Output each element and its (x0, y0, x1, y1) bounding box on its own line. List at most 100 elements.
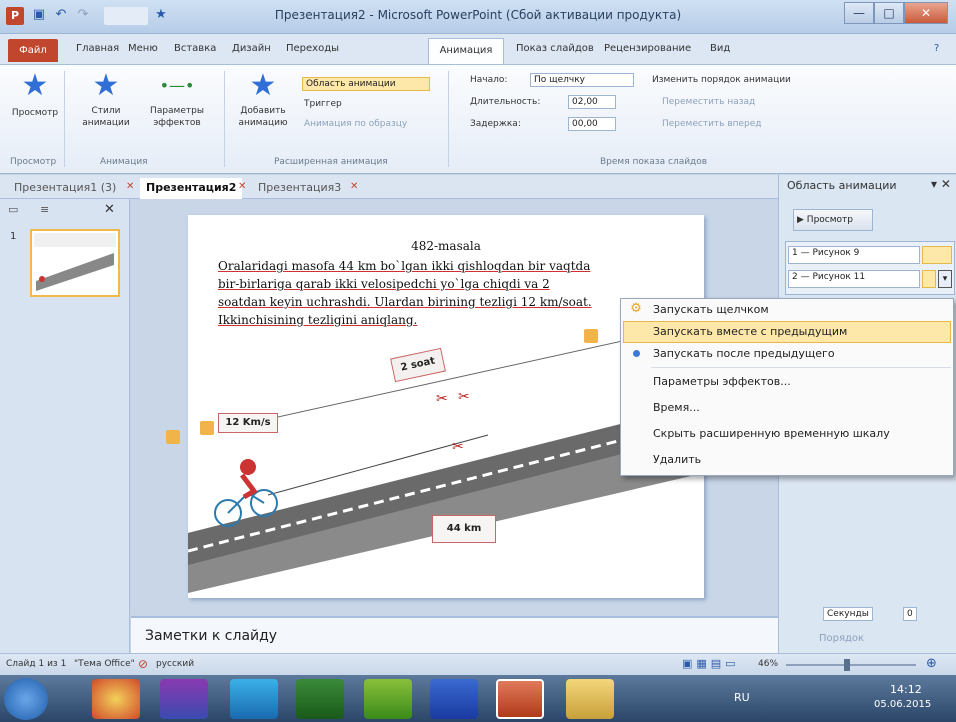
mail-icon[interactable] (160, 679, 208, 719)
reorder-button[interactable]: Порядок (819, 633, 864, 644)
language-indicator[interactable]: RU (734, 691, 750, 704)
close-icon[interactable]: ✕ (238, 181, 246, 192)
spellcheck-icon[interactable]: ⊘ (138, 657, 148, 671)
close-icon[interactable]: ✕ (350, 181, 358, 192)
doc-tab-1[interactable]: Презентация1 (3) (8, 178, 122, 199)
minimize-button[interactable]: — (844, 2, 874, 24)
powerpoint-icon[interactable] (496, 679, 544, 719)
menu-item-hide-timeline[interactable]: Скрыть расширенную временную шкалу (653, 427, 890, 440)
duration-input[interactable]: 02,00 (568, 95, 616, 109)
view-buttons-icon[interactable]: ▣▦▤▭ (682, 657, 748, 670)
context-menu: ⚙ Запускать щелчком Запускать вместе с п… (620, 298, 954, 476)
start-select[interactable]: По щелчку (530, 73, 634, 87)
menu-item-delete[interactable]: Удалить (653, 453, 701, 466)
fit-slide-icon[interactable]: ⊕ (926, 656, 937, 671)
music-icon[interactable] (296, 679, 344, 719)
trigger-button[interactable]: Триггер (304, 99, 342, 109)
effect-options-button[interactable]: •—• Параметры эффектов (144, 71, 210, 129)
clock-time: 14:12 (890, 683, 922, 696)
doc-tab-2[interactable]: Презентация2 (140, 178, 243, 199)
close-icon[interactable]: ✕ (126, 181, 134, 192)
menu-item-on-click[interactable]: Запускать щелчком (653, 303, 769, 316)
window-title: Презентация2 - Microsoft PowerPoint (Сбо… (274, 8, 682, 22)
ribbon: ★ Просмотр Просмотр ★ Стили анимации •—•… (0, 64, 956, 174)
cyclist-body (240, 473, 258, 500)
animation-item-2[interactable]: 2 — Рисунок 11 (788, 270, 920, 288)
animation-marker-icon (584, 329, 598, 343)
slide-line-1: Oralaridagi masofa 44 km bo`lgan ikki qi… (218, 259, 591, 273)
start-button-icon[interactable] (4, 678, 48, 720)
cyclist-head (240, 459, 256, 475)
menu-item-with-previous[interactable]: Запускать вместе с предыдущим (653, 325, 847, 338)
label-distance[interactable]: 44 km (432, 515, 496, 543)
slides-pane: ▭ ≡ ✕ 1 (0, 199, 130, 653)
outline-tab-icon[interactable]: ≡ (40, 203, 49, 216)
play-button[interactable]: ▶ Просмотр (793, 209, 873, 231)
duration-label: Длительность: (470, 97, 541, 107)
timeline-bar (922, 246, 952, 264)
add-star-icon: ★ (249, 68, 277, 103)
doc-tab-3[interactable]: Презентация3 (252, 178, 347, 199)
taskbar: RU 14:12 05.06.2015 (0, 675, 956, 722)
slide-counter: Слайд 1 из 1 (6, 659, 67, 669)
label-speed[interactable]: 12 Km/s (218, 413, 278, 433)
anim-styles-button[interactable]: ★ Стили анимации (70, 71, 142, 129)
theme-name: "Тема Office" (74, 659, 135, 669)
clock-date: 05.06.2015 (874, 699, 932, 710)
move-forward-button[interactable]: Переместить вперед (662, 119, 762, 129)
menu-item-effect-options[interactable]: Параметры эффектов... (653, 375, 791, 388)
maximize-button[interactable]: □ (874, 2, 904, 24)
skype-icon[interactable] (230, 679, 278, 719)
animation-pane-button[interactable]: Область анимации (302, 77, 430, 91)
tab-animations[interactable]: Анимация (428, 38, 504, 64)
zoom-slider[interactable] (786, 664, 916, 666)
preview-icon: ★ (21, 68, 49, 103)
radio-checked-icon (633, 350, 640, 357)
preview-button[interactable]: ★ Просмотр (10, 71, 60, 119)
close-button[interactable]: ✕ (904, 2, 948, 24)
slide-thumbnail[interactable] (30, 229, 120, 297)
tab-insert[interactable]: Вставка (174, 43, 216, 54)
tab-home[interactable]: Главная (76, 43, 119, 54)
tab-menu[interactable]: Меню (128, 43, 158, 54)
tab-transitions[interactable]: Переходы (286, 43, 339, 54)
click-start-icon: ⚙ (630, 301, 642, 316)
zoom-slider-thumb[interactable] (844, 659, 850, 671)
menu-item-timing[interactable]: Время... (653, 401, 700, 414)
help-icon[interactable]: ? (934, 43, 939, 54)
divider (224, 71, 225, 167)
tab-design[interactable]: Дизайн (232, 43, 271, 54)
group-label-advanced: Расширенная анимация (274, 157, 388, 167)
animation-pane-title: Область анимации (787, 179, 897, 192)
word-icon[interactable] (430, 679, 478, 719)
menu-item-after-previous[interactable]: Запускать после предыдущего (653, 347, 835, 360)
delay-input[interactable]: 00,00 (568, 117, 616, 131)
notes-pane[interactable]: Заметки к слайду (131, 616, 778, 656)
app-icon[interactable] (364, 679, 412, 719)
seconds-dropdown[interactable]: Секунды (823, 607, 873, 621)
tab-file[interactable]: Файл (8, 39, 58, 62)
language[interactable]: русский (156, 659, 194, 669)
meeting-icon: ✂ (436, 391, 448, 407)
browser-icon[interactable] (92, 679, 140, 719)
play-icon: ▶ (797, 215, 807, 225)
tab-review[interactable]: Рецензирование (604, 43, 691, 54)
animation-item-1[interactable]: 1 — Рисунок 9 (788, 246, 920, 264)
slide-number: 1 (10, 231, 17, 242)
anim-by-sample-button[interactable]: Анимация по образцу (304, 119, 407, 129)
close-pane-icon[interactable]: ✕ (104, 202, 115, 217)
tab-view[interactable]: Вид (710, 43, 730, 54)
ribbon-tabs: Файл Главная Меню Вставка Дизайн Переход… (0, 34, 956, 64)
tab-slideshow[interactable]: Показ слайдов (516, 43, 594, 54)
folder-icon[interactable] (566, 679, 614, 719)
slides-tab-icon[interactable]: ▭ (8, 203, 18, 216)
move-back-button[interactable]: Переместить назад (662, 97, 755, 107)
pane-menu-icon[interactable]: ▾ ✕ (931, 177, 951, 191)
zoom-level: 46% (758, 659, 779, 669)
item-dropdown-icon[interactable]: ▾ (938, 270, 952, 288)
add-animation-button[interactable]: ★ Добавить анимацию (230, 71, 296, 129)
svg-text:✂: ✂ (452, 439, 464, 455)
divider (64, 71, 65, 167)
svg-text:✂: ✂ (458, 389, 470, 405)
zoom-value[interactable]: 0 (903, 607, 917, 621)
